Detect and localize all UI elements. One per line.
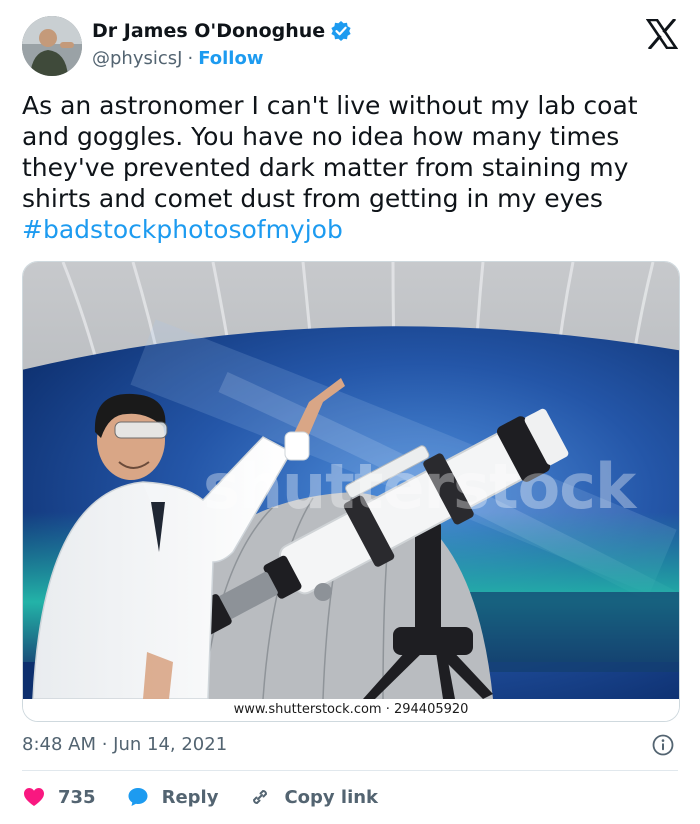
reply-bubble-icon [128,788,148,806]
separator-dot: · [187,48,194,69]
like-button[interactable]: 735 [22,785,96,809]
reply-label: Reply [161,786,219,808]
x-logo-icon[interactable] [645,17,679,51]
link-icon [253,789,268,805]
author-avatar[interactable] [22,16,82,76]
tweet-text-line: shirts and comet dust from getting in my… [22,184,603,213]
heart-icon [24,788,44,806]
watermark-text: shutterstock [203,450,636,523]
photo-credit: www.shutterstock.com · 294405920 [23,699,679,721]
copy-link-button[interactable]: Copy link [248,785,378,809]
hashtag-link[interactable]: #badstockphotosofmyjob [22,214,678,245]
tweet-text-line: they've prevented dark matter from stain… [22,153,629,182]
author-handle-row: @physicsJ · Follow [92,48,263,69]
author-name-row: Dr James O'Donoghue [92,20,352,42]
tweet-timestamp[interactable]: 8:48 AM · Jun 14, 2021 [22,734,227,755]
action-divider [22,770,678,771]
tweet-text: As an astronomer I can't live without my… [22,90,678,245]
author-handle[interactable]: @physicsJ [92,48,182,69]
tweet-text-line: As an astronomer I can't live without my… [22,91,638,120]
info-icon[interactable] [652,734,674,756]
author-display-name[interactable]: Dr James O'Donoghue [92,20,325,42]
tweet-photo[interactable]: shutterstock www.shutterstock.com · 2944… [22,261,680,722]
like-count: 735 [58,786,96,808]
copy-link-label: Copy link [284,786,379,808]
tweet-text-line: and goggles. You have no idea how many t… [22,122,620,151]
follow-button[interactable]: Follow [198,48,263,69]
verified-badge-icon [330,20,352,42]
tweet-card: Dr James O'Donoghue @physicsJ · Follow As … [0,0,700,824]
tweet-actions: 735 Reply Copy link [22,783,408,811]
reply-button[interactable]: Reply [126,785,219,809]
